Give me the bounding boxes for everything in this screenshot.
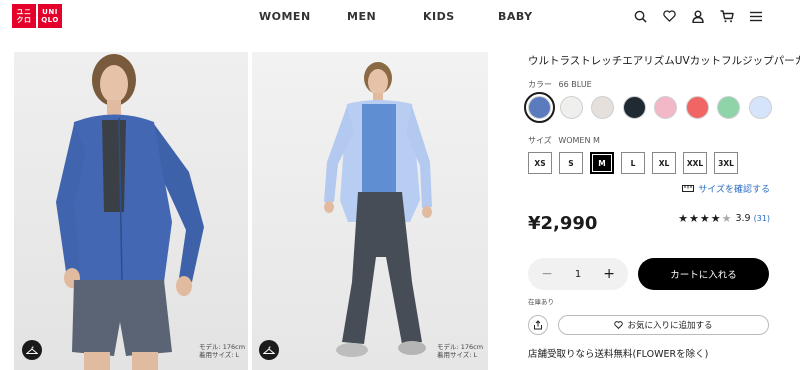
color-swatch-pink[interactable]	[654, 96, 677, 119]
size-option-xs[interactable]: XS	[528, 152, 552, 174]
minus-icon[interactable]: −	[537, 266, 557, 282]
model-info-1: モデル: 176cm 着用サイズ: L	[199, 343, 245, 359]
logo-text: QLO	[41, 16, 59, 24]
size-selector: XS S M L XL XXL 3XL	[528, 152, 738, 174]
ruler-icon	[682, 185, 695, 192]
color-swatch-navy[interactable]	[622, 96, 646, 119]
star-rating-icon: ★★★★★	[678, 212, 733, 225]
uniqlo-logo[interactable]: ユニ クロ UNI QLO	[12, 4, 62, 28]
color-label-row: カラー 66 BLUE	[528, 79, 596, 90]
product-image-1[interactable]: モデル: 176cm 着用サイズ: L	[14, 52, 248, 370]
header-icons	[632, 8, 764, 24]
size-option-s[interactable]: S	[559, 152, 583, 174]
site-header: ユニ クロ UNI QLO WOMEN MEN KIDS BABY	[0, 0, 800, 34]
model-height: モデル: 176cm	[199, 343, 246, 351]
logo-latin: UNI QLO	[38, 4, 62, 28]
review-count[interactable]: (31)	[754, 214, 770, 223]
nav-baby[interactable]: BABY	[498, 10, 533, 23]
size-option-xl[interactable]: XL	[652, 152, 676, 174]
hanger-icon[interactable]	[22, 340, 42, 360]
size-option-xxl[interactable]: XXL	[683, 152, 707, 174]
color-swatch-red[interactable]	[685, 96, 709, 119]
size-label-row: サイズ WOMEN M	[528, 135, 604, 146]
quantity-value: 1	[574, 268, 582, 280]
product-price: ¥2,990	[528, 213, 598, 234]
color-swatches	[524, 92, 772, 123]
model-photo-2	[324, 62, 432, 357]
color-swatch-light-blue[interactable]	[748, 96, 772, 119]
product-rating[interactable]: ★★★★★ 3.9 (31)	[678, 212, 770, 225]
plus-icon[interactable]: +	[599, 266, 619, 282]
nav-kids[interactable]: KIDS	[423, 10, 455, 23]
add-to-cart-button[interactable]: カートに入れる	[638, 258, 769, 290]
size-label: サイズ	[528, 136, 552, 145]
product-image-2[interactable]: モデル: 176cm 着用サイズ: L	[252, 52, 488, 370]
size-option-m[interactable]: M	[590, 152, 614, 174]
search-icon[interactable]	[632, 8, 648, 24]
color-swatch-green[interactable]	[717, 96, 740, 119]
share-icon[interactable]	[528, 315, 548, 335]
nav-women[interactable]: WOMEN	[259, 10, 311, 23]
model-photo-1	[56, 54, 204, 370]
free-shipping-note: 店舗受取りなら送料無料(FLOWERを除く)	[528, 349, 709, 360]
user-icon[interactable]	[690, 8, 706, 24]
stock-status: 在庫あり	[528, 298, 554, 306]
quantity-stepper: − 1 +	[528, 258, 628, 290]
nav-men[interactable]: MEN	[347, 10, 376, 23]
model-info-2: モデル: 176cm 着用サイズ: L	[437, 343, 483, 359]
logo-text: ユニ	[16, 8, 32, 16]
logo-text: クロ	[16, 16, 32, 24]
rating-score: 3.9	[735, 213, 751, 224]
color-swatch-light-gray[interactable]	[591, 96, 614, 119]
hanger-icon[interactable]	[259, 340, 279, 360]
size-guide-link[interactable]: サイズを確認する	[682, 182, 770, 195]
model-height: モデル: 176cm	[437, 343, 484, 351]
logo-katakana: ユニ クロ	[12, 4, 36, 28]
size-guide-text: サイズを確認する	[698, 185, 770, 195]
product-page: ユニ クロ UNI QLO WOMEN MEN KIDS BABY モデル: 1…	[0, 0, 800, 370]
heart-icon[interactable]	[661, 8, 677, 24]
color-label: カラー	[528, 80, 552, 89]
color-swatch-blue[interactable]	[524, 92, 555, 123]
color-value: 66 BLUE	[558, 80, 592, 89]
add-to-favorites-button[interactable]: お気に入りに追加する	[558, 315, 769, 335]
product-title: ウルトラストレッチエアリズムUVカットフルジップパーカ	[528, 55, 800, 67]
size-value: WOMEN M	[558, 136, 600, 145]
model-size: 着用サイズ: L	[199, 351, 240, 359]
menu-icon[interactable]	[748, 8, 764, 24]
color-swatch-off-white[interactable]	[559, 96, 583, 119]
model-size: 着用サイズ: L	[437, 351, 478, 359]
favorite-label: お気に入りに追加する	[627, 321, 713, 331]
cart-icon[interactable]	[719, 8, 735, 24]
logo-text: UNI	[42, 8, 58, 16]
size-option-3xl[interactable]: 3XL	[714, 152, 738, 174]
size-option-l[interactable]: L	[621, 152, 645, 174]
heart-icon	[614, 321, 624, 329]
